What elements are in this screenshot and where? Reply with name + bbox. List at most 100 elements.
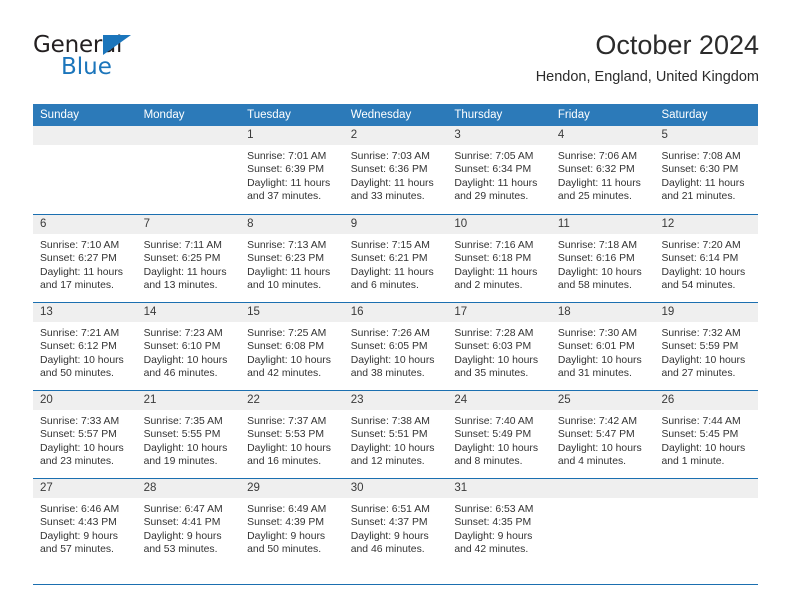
day-details: Sunrise: 7:38 AM Sunset: 5:51 PM Daylight:…: [344, 410, 448, 469]
sunset-text: Sunset: 4:43 PM: [40, 517, 117, 529]
day-number-strip: 16: [343, 303, 448, 322]
day-cell[interactable]: 28 Sunrise: 6:47 AM Sunset: 4:41 PM Dayligh…: [136, 479, 241, 566]
day-cell[interactable]: 4 Sunrise: 7:06 AM Sunset: 6:32 PM Daylight…: [550, 126, 655, 214]
day-cell[interactable]: 6 Sunrise: 7:10 AM Sunset: 6:27 PM Daylight…: [33, 215, 137, 302]
day-details: Sunrise: 7:15 AM Sunset: 6:21 PM Daylight:…: [344, 234, 448, 293]
daylight-text-line2: and 16 minutes.: [247, 456, 322, 468]
day-cell[interactable]: 9 Sunrise: 7:15 AM Sunset: 6:21 PM Daylight…: [343, 215, 448, 302]
day-details: Sunrise: 7:10 AM Sunset: 6:27 PM Daylight:…: [33, 234, 137, 293]
day-number: 21: [143, 394, 157, 406]
day-number-strip: [654, 479, 759, 498]
day-cell[interactable]: 26 Sunrise: 7:44 AM Sunset: 5:45 PM Dayligh…: [654, 391, 759, 478]
day-number: 26: [661, 394, 675, 406]
day-number: 28: [143, 482, 157, 494]
weekday-header-row: Sunday Monday Tuesday Wednesday Thursday Frid…: [33, 104, 758, 126]
day-cell[interactable]: 20 Sunrise: 7:33 AM Sunset: 5:57 PM Dayligh…: [33, 391, 137, 478]
day-number: 3: [454, 129, 461, 141]
day-number: 12: [661, 218, 675, 230]
day-cell-empty: [550, 479, 655, 566]
day-number-strip: 31: [447, 479, 551, 498]
sunrise-text: Sunrise: 7:15 AM: [350, 240, 430, 251]
sunrise-text: Sunrise: 7:33 AM: [40, 416, 120, 427]
daylight-text-line2: and 37 minutes.: [247, 191, 322, 203]
daylight-text-line2: and 4 minutes.: [557, 456, 627, 468]
day-cell[interactable]: 21 Sunrise: 7:35 AM Sunset: 5:55 PM Dayligh…: [136, 391, 241, 478]
title-block: October 2024 Hendon, England, United Kin…: [536, 28, 759, 88]
sunset-text: Sunset: 5:49 PM: [454, 429, 532, 441]
day-cell[interactable]: 8 Sunrise: 7:13 AM Sunset: 6:23 PM Daylight…: [240, 215, 344, 302]
day-cell[interactable]: 10 Sunrise: 7:16 AM Sunset: 6:18 PM Dayligh…: [447, 215, 551, 302]
day-number: 27: [40, 482, 53, 494]
day-cell[interactable]: 24 Sunrise: 7:40 AM Sunset: 5:49 PM Dayligh…: [447, 391, 551, 478]
day-number-strip: 8: [240, 215, 344, 234]
day-cell[interactable]: 30 Sunrise: 6:51 AM Sunset: 4:37 PM Dayligh…: [343, 479, 448, 566]
day-number-strip: 3: [447, 126, 551, 145]
calendar-weeks: 1 Sunrise: 7:01 AM Sunset: 6:39 PM Daylight…: [33, 126, 759, 566]
day-cell[interactable]: 11 Sunrise: 7:18 AM Sunset: 6:16 PM Dayligh…: [550, 215, 655, 302]
day-cell[interactable]: 31 Sunrise: 6:53 AM Sunset: 4:35 PM Dayligh…: [447, 479, 551, 566]
day-cell[interactable]: 19 Sunrise: 7:32 AM Sunset: 5:59 PM Dayligh…: [654, 303, 759, 390]
daylight-text-line1: Daylight: 10 hours: [454, 354, 539, 366]
day-cell[interactable]: 17 Sunrise: 7:28 AM Sunset: 6:03 PM Dayligh…: [447, 303, 551, 390]
day-cell[interactable]: 25 Sunrise: 7:42 AM Sunset: 5:47 PM Dayligh…: [550, 391, 655, 478]
sunset-text: Sunset: 4:35 PM: [454, 517, 532, 529]
logo-text-blue: Blue: [61, 54, 112, 80]
weekday-header-saturday: Saturday: [661, 109, 708, 121]
daylight-text-line2: and 10 minutes.: [247, 280, 322, 292]
day-details: Sunrise: 7:42 AM Sunset: 5:47 PM Daylight:…: [551, 410, 655, 469]
daylight-text-line1: Daylight: 11 hours: [40, 266, 123, 278]
day-cell[interactable]: 29 Sunrise: 6:49 AM Sunset: 4:39 PM Dayligh…: [240, 479, 344, 566]
day-cell[interactable]: 16 Sunrise: 7:26 AM Sunset: 6:05 PM Dayligh…: [343, 303, 448, 390]
day-number-strip: 6: [33, 215, 137, 234]
day-cell[interactable]: 2 Sunrise: 7:03 AM Sunset: 6:36 PM Daylight…: [343, 126, 448, 214]
daylight-text-line2: and 17 minutes.: [40, 280, 114, 292]
day-number-strip: 2: [343, 126, 448, 145]
sunrise-text: Sunrise: 7:26 AM: [350, 328, 430, 339]
sunset-text: Sunset: 6:21 PM: [350, 253, 428, 265]
daylight-text-line2: and 35 minutes.: [454, 368, 529, 380]
day-number: 23: [350, 394, 364, 406]
daylight-text-line1: Daylight: 11 hours: [557, 177, 641, 189]
sunrise-text: Sunrise: 7:37 AM: [247, 416, 327, 427]
sunrise-text: Sunrise: 7:38 AM: [350, 416, 430, 427]
sunset-text: Sunset: 5:47 PM: [557, 429, 635, 441]
sunrise-text: Sunrise: 7:28 AM: [454, 328, 534, 339]
day-cell[interactable]: 14 Sunrise: 7:23 AM Sunset: 6:10 PM Dayligh…: [136, 303, 241, 390]
day-cell[interactable]: 5 Sunrise: 7:08 AM Sunset: 6:30 PM Daylight…: [654, 126, 759, 214]
day-number-strip: 29: [240, 479, 344, 498]
day-number: 18: [557, 306, 571, 318]
day-number: 2: [350, 129, 358, 141]
day-number: 17: [454, 306, 468, 318]
daylight-text-line1: Daylight: 10 hours: [350, 442, 435, 454]
day-number: 8: [247, 218, 254, 230]
day-cell[interactable]: 7 Sunrise: 7:11 AM Sunset: 6:25 PM Daylight…: [136, 215, 241, 302]
day-number: 29: [247, 482, 260, 494]
day-cell[interactable]: 15 Sunrise: 7:25 AM Sunset: 6:08 PM Dayligh…: [240, 303, 344, 390]
day-cell[interactable]: 12 Sunrise: 7:20 AM Sunset: 6:14 PM Dayligh…: [654, 215, 759, 302]
day-cell[interactable]: 1 Sunrise: 7:01 AM Sunset: 6:39 PM Daylight…: [240, 126, 344, 214]
day-number-strip: 9: [343, 215, 448, 234]
daylight-text-line2: and 33 minutes.: [350, 191, 425, 203]
day-details: Sunrise: 7:06 AM Sunset: 6:32 PM Daylight:…: [551, 145, 655, 204]
day-cell[interactable]: 18 Sunrise: 7:30 AM Sunset: 6:01 PM Dayligh…: [550, 303, 655, 390]
day-details: Sunrise: 6:49 AM Sunset: 4:39 PM Daylight:…: [240, 498, 344, 557]
day-cell[interactable]: 3 Sunrise: 7:05 AM Sunset: 6:34 PM Daylight…: [447, 126, 551, 214]
day-details: Sunrise: 7:11 AM Sunset: 6:25 PM Daylight:…: [137, 234, 241, 293]
daylight-text-line2: and 42 minutes.: [247, 368, 322, 380]
day-cell[interactable]: 23 Sunrise: 7:38 AM Sunset: 5:51 PM Dayligh…: [343, 391, 448, 478]
day-cell[interactable]: 27 Sunrise: 6:46 AM Sunset: 4:43 PM Dayligh…: [33, 479, 137, 566]
calendar-bottom-divider: [33, 584, 758, 585]
day-details: Sunrise: 6:53 AM Sunset: 4:35 PM Daylight:…: [447, 498, 551, 557]
sunrise-text: Sunrise: 7:06 AM: [557, 151, 638, 162]
sunrise-text: Sunrise: 7:13 AM: [247, 240, 327, 251]
weekday-header-tuesday: Tuesday: [247, 109, 291, 121]
day-cell[interactable]: 13 Sunrise: 7:21 AM Sunset: 6:12 PM Dayligh…: [33, 303, 137, 390]
sunset-text: Sunset: 6:30 PM: [661, 164, 739, 176]
day-number-strip: [136, 126, 241, 145]
general-blue-logo: General Blue: [33, 34, 213, 86]
sunset-text: Sunset: 6:16 PM: [557, 253, 635, 265]
daylight-text-line2: and 57 minutes.: [40, 544, 114, 556]
day-number-strip: 1: [240, 126, 344, 145]
day-cell[interactable]: 22 Sunrise: 7:37 AM Sunset: 5:53 PM Dayligh…: [240, 391, 344, 478]
sunrise-text: Sunrise: 6:46 AM: [40, 504, 120, 515]
